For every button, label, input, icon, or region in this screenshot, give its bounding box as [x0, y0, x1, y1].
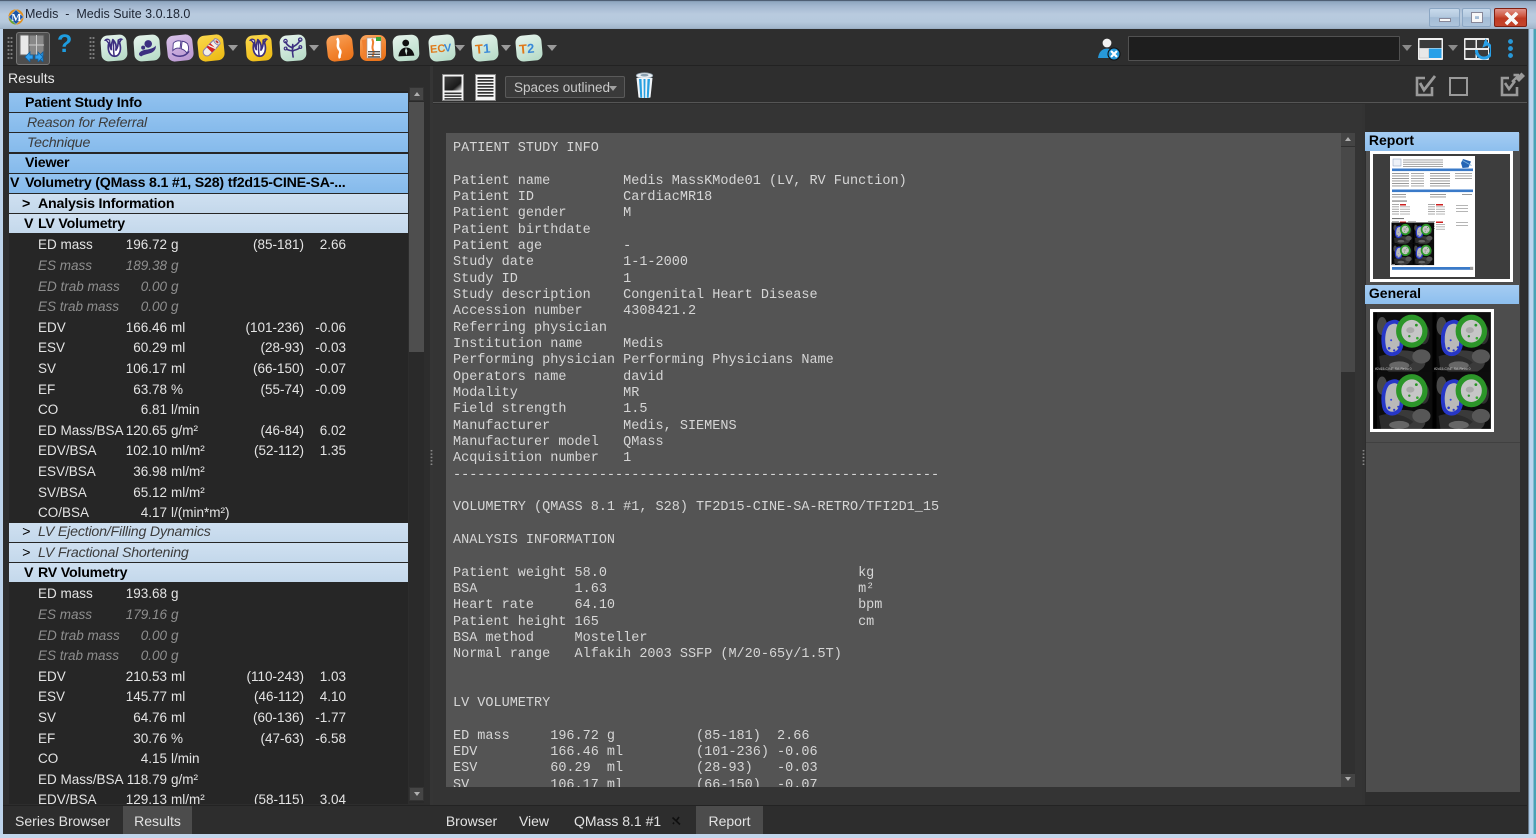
svg-text:1: 1 [482, 41, 491, 57]
svg-text:2: 2 [526, 41, 535, 57]
svg-text:V: V [444, 42, 453, 55]
svg-text:M: M [11, 13, 21, 24]
svg-text:tf2d15-CINE-SA-Retro 0: tf2d15-CINE-SA-Retro 0 [1434, 367, 1471, 371]
svg-text:tf2d15-CINE-SA-Retro 0: tf2d15-CINE-SA-Retro 0 [1375, 367, 1412, 371]
